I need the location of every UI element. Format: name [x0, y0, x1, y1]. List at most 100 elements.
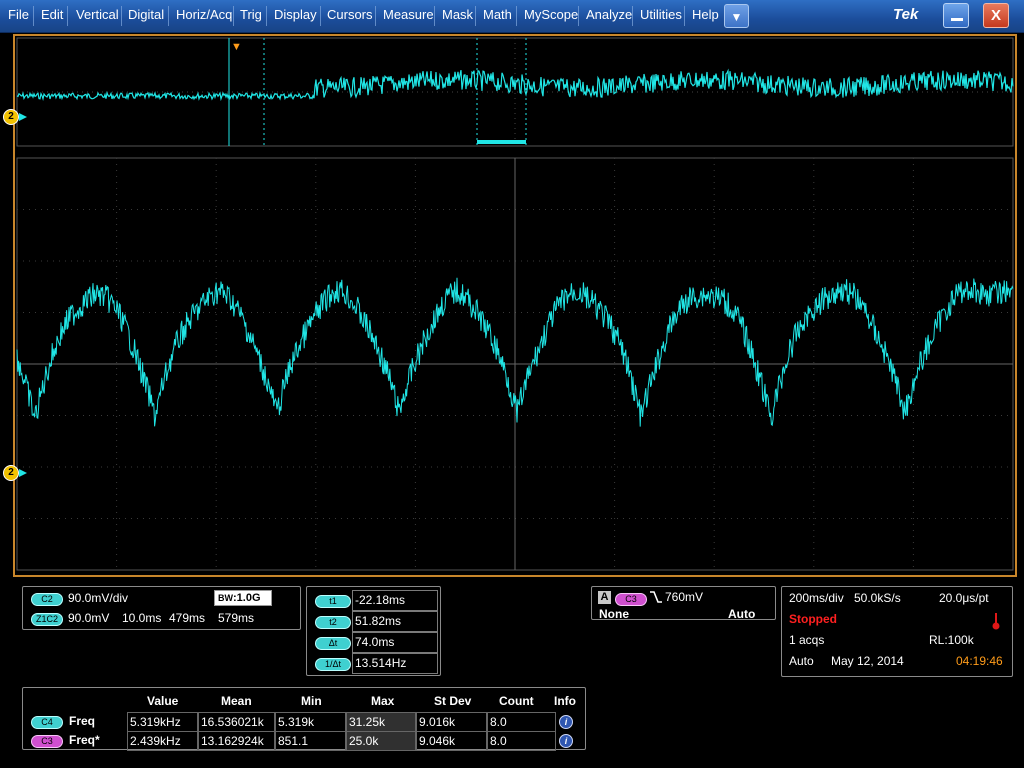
- menu-separator: [121, 6, 122, 26]
- menu-separator: [684, 6, 685, 26]
- menu-cursors[interactable]: Cursors: [327, 7, 373, 22]
- menu-analyze[interactable]: Analyze: [586, 7, 632, 22]
- zoom-window-bar: [477, 140, 526, 144]
- close-button[interactable]: X: [983, 3, 1009, 28]
- menu-separator: [67, 6, 68, 26]
- menu-edit[interactable]: Edit: [41, 7, 63, 22]
- menu-file[interactable]: File: [8, 7, 29, 22]
- record-length: RL:100k: [929, 633, 974, 647]
- menu-separator: [233, 6, 234, 26]
- menu-math[interactable]: Math: [483, 7, 512, 22]
- acquisition-count: 1 acqs: [789, 633, 825, 647]
- menu-horiz-acq[interactable]: Horiz/Acq: [176, 7, 232, 22]
- cursor-t2-badge: t2: [315, 616, 351, 629]
- menu-separator: [516, 6, 517, 26]
- overview-trace: [16, 68, 1014, 102]
- cursor-t1-badge: t1: [315, 595, 351, 608]
- zoom-position-end: 579ms: [218, 611, 255, 625]
- cursor-panel[interactable]: t1 -22.18ms t2 51.82ms Δt 74.0ms 1/Δt 13…: [306, 586, 441, 676]
- meas-row2-info-icon[interactable]: i: [559, 734, 573, 748]
- menu-myscope[interactable]: MyScope: [524, 7, 578, 22]
- menu-separator: [33, 6, 34, 26]
- meas-header-max: Max: [371, 694, 395, 708]
- meas-row2-min: 851.1: [275, 731, 346, 751]
- acquisition-time: 04:19:46: [956, 654, 1003, 668]
- menu-separator: [168, 6, 169, 26]
- meas-header-mean: Mean: [221, 694, 252, 708]
- channel2-zoom-marker[interactable]: 2: [3, 465, 19, 481]
- channel2-overview-marker[interactable]: 2: [3, 109, 19, 125]
- cursor-delta-badge: Δt: [315, 637, 351, 650]
- acquisition-panel[interactable]: 200ms/div 50.0kS/s 20.0μs/pt Stopped 1 a…: [781, 586, 1013, 677]
- menu-bar: File Edit Vertical Digital Horiz/Acq Tri…: [0, 0, 1024, 33]
- cursor-t1-value: -22.18ms: [352, 590, 438, 611]
- measurement-panel[interactable]: Value Mean Min Max St Dev Count Info C4 …: [22, 687, 586, 751]
- tek-logo: Tek: [893, 6, 919, 23]
- meas-row1-min: 5.319k: [275, 712, 346, 732]
- menu-digital[interactable]: Digital: [128, 7, 164, 22]
- overview-graticule-frame: [16, 37, 1014, 147]
- menu-separator: [266, 6, 267, 26]
- thermometer-icon: [992, 612, 1000, 633]
- minimize-icon: [951, 18, 963, 21]
- meas-row1-count: 8.0: [487, 712, 556, 732]
- meas-header-value: Value: [147, 694, 179, 708]
- meas-row1-value: 5.319kHz: [127, 712, 198, 732]
- acquisition-date: May 12, 2014: [831, 654, 904, 668]
- trigger-source-badge: C3: [615, 593, 647, 606]
- menu-vertical[interactable]: Vertical: [76, 7, 119, 22]
- time-per-point: 20.0μs/pt: [939, 591, 989, 605]
- meas-header-stdev: St Dev: [434, 694, 472, 708]
- acquisition-status: Stopped: [789, 612, 837, 626]
- meas-row2-name: Freq*: [69, 733, 100, 747]
- meas-row1-info-icon[interactable]: i: [559, 715, 573, 729]
- meas-row2-mean: 13.162924k: [198, 731, 275, 751]
- menu-display[interactable]: Display: [274, 7, 317, 22]
- trigger-mode-letter: A: [598, 591, 611, 604]
- meas-row2-value: 2.439kHz: [127, 731, 198, 751]
- meas-row1-source-badge[interactable]: C4: [31, 716, 63, 729]
- trigger-position-icon[interactable]: ▼: [231, 41, 242, 53]
- menu-measure[interactable]: Measure: [383, 7, 434, 22]
- menu-mask[interactable]: Mask: [442, 7, 473, 22]
- trigger-coupling: None: [599, 607, 629, 621]
- menu-separator: [632, 6, 633, 26]
- meas-row1-mean: 16.536021k: [198, 712, 275, 732]
- minimize-button[interactable]: [943, 3, 969, 28]
- trigger-level: 760mV: [665, 590, 704, 604]
- channel-c2-badge[interactable]: C2: [31, 593, 63, 606]
- cursor-t2-value: 51.82ms: [352, 611, 438, 632]
- bandwidth-value: :1.0G: [233, 592, 261, 604]
- menu-separator: [578, 6, 579, 26]
- channel2-arrow-icon: [19, 113, 27, 121]
- cursor-inverse-delta-value: 13.514Hz: [352, 653, 438, 674]
- menu-utilities[interactable]: Utilities: [640, 7, 682, 22]
- menu-separator: [320, 6, 321, 26]
- meas-header-count: Count: [499, 694, 534, 708]
- cursor-delta-value: 74.0ms: [352, 632, 438, 653]
- meas-row1-name: Freq: [69, 714, 96, 728]
- meas-row1-max: 31.25k: [346, 712, 416, 732]
- menu-separator: [475, 6, 476, 26]
- cursor-inverse-delta-badge: 1/Δt: [315, 658, 351, 671]
- meas-row2-source-badge[interactable]: C3: [31, 735, 63, 748]
- acquisition-mode: Auto: [789, 654, 814, 668]
- zoom-c2-badge[interactable]: Z1C2: [31, 613, 63, 626]
- bandwidth-box: BW:1.0G: [214, 590, 272, 606]
- waveform-svg: [16, 37, 1014, 571]
- menu-help[interactable]: Help: [692, 7, 719, 22]
- channel-scale: 90.0mV/div: [68, 591, 129, 605]
- zoom-time-scale: 10.0ms: [122, 611, 162, 625]
- trigger-mode: Auto: [728, 607, 756, 621]
- falling-edge-icon: [649, 590, 663, 607]
- menu-trig[interactable]: Trig: [240, 7, 262, 22]
- meas-header-info: Info: [554, 694, 576, 708]
- channel-panel[interactable]: C2 90.0mV/div BW:1.0G Z1C2 90.0mV 10.0ms…: [22, 586, 301, 630]
- zoom-position-start: 479ms: [169, 611, 206, 625]
- meas-row1-stdev: 9.016k: [416, 712, 487, 732]
- menu-dropdown-button[interactable]: ▼: [724, 4, 749, 28]
- trigger-panel[interactable]: A C3 760mV None Auto: [591, 586, 776, 621]
- sample-rate: 50.0kS/s: [854, 591, 901, 605]
- waveform-display[interactable]: [13, 34, 1017, 577]
- bw-sub: W: [224, 593, 234, 603]
